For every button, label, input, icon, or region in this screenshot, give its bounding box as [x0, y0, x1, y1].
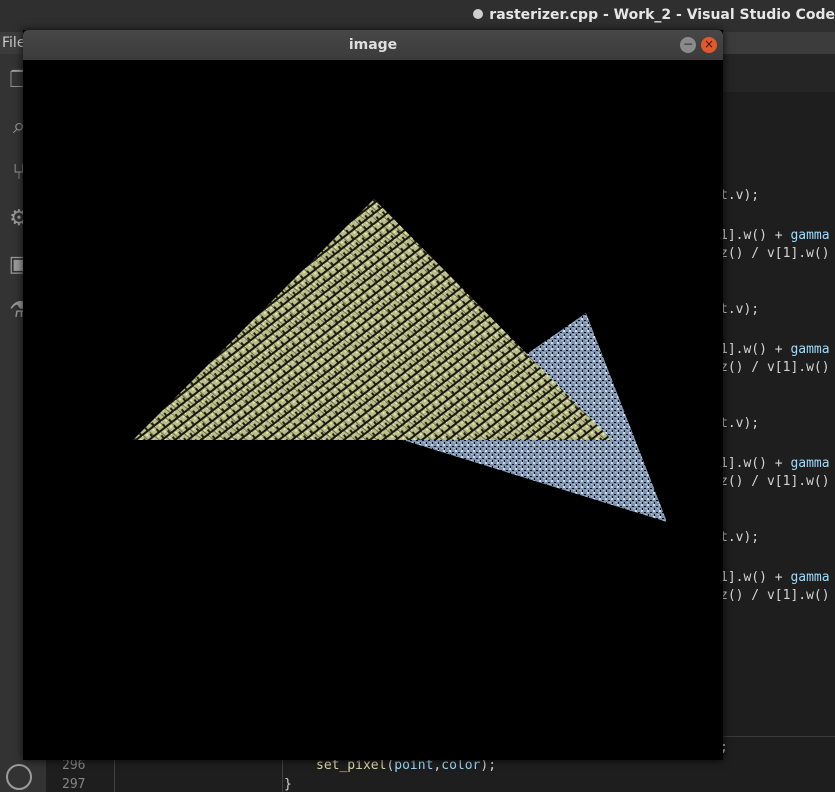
- image-window-titlebar[interactable]: image − ×: [23, 30, 723, 60]
- code-text: z() / v[1].w(): [720, 474, 830, 489]
- triangle-front: [133, 199, 612, 440]
- indent-guide: [114, 758, 115, 792]
- vscode-title-text: rasterizer.cpp - Work_2 - Visual Studio …: [489, 7, 835, 23]
- image-window: image − ×: [23, 30, 723, 760]
- code-text: t.v);: [720, 188, 760, 203]
- code-line-fragment: 1].w() + gamma: [720, 228, 830, 243]
- code-line-fragment: 1].w() + gamma: [720, 456, 830, 471]
- code-text: 1].w() +: [720, 228, 791, 243]
- menu-file[interactable]: File: [2, 35, 25, 51]
- indent-guide: [282, 758, 283, 792]
- code-line-fragment: t.v);: [720, 302, 759, 317]
- line-number-297: 297: [62, 777, 86, 792]
- argument-color: color: [441, 758, 481, 773]
- code-text: z() / v[1].w(): [720, 246, 830, 261]
- code-line-297: }: [284, 777, 292, 792]
- code-line-fragment: t.v);: [720, 530, 759, 545]
- vscode-window-title: rasterizer.cpp - Work_2 - Visual Studio …: [473, 7, 835, 23]
- code-identifier: gamma: [790, 228, 830, 243]
- code-text: t.v);: [720, 530, 760, 545]
- code-text: t.v);: [720, 302, 760, 317]
- code-line-fragment: z() / v[1].w(): [720, 588, 830, 603]
- code-identifier: gamma: [790, 456, 830, 471]
- code-text: 1].w() +: [720, 570, 791, 585]
- code-line-fragment: 1].w() + gamma: [720, 570, 830, 585]
- argument-point: point: [394, 758, 434, 773]
- code-line-fragment: z() / v[1].w(): [720, 360, 830, 375]
- vscode-titlebar: rasterizer.cpp - Work_2 - Visual Studio …: [0, 0, 835, 32]
- unsaved-dot-icon: [473, 9, 484, 19]
- code-line-fragment: 1].w() + gamma: [720, 342, 830, 357]
- editor-bottom-lines: 296 297 set_pixel(point,color); }: [46, 758, 835, 792]
- function-name: set_pixel: [316, 758, 387, 773]
- render-canvas: [23, 60, 723, 760]
- image-window-title: image: [348, 37, 398, 53]
- code-line-fragment: t.v);: [720, 188, 759, 203]
- code-identifier: gamma: [790, 570, 830, 585]
- code-text: 1].w() +: [720, 456, 791, 471]
- minimize-button[interactable]: −: [680, 37, 696, 53]
- code-text: z() / v[1].w(): [720, 360, 830, 375]
- code-line-296: set_pixel(point,color);: [316, 758, 497, 773]
- code-identifier: gamma: [790, 342, 830, 357]
- close-button[interactable]: ×: [701, 37, 717, 53]
- code-line-fragment: z() / v[1].w(): [720, 246, 830, 261]
- code-punctuation: );: [480, 758, 497, 773]
- code-text: t.v);: [720, 416, 760, 431]
- account-icon[interactable]: [6, 764, 32, 790]
- code-line-fragment: t.v);: [720, 416, 759, 431]
- code-text: z() / v[1].w(): [720, 588, 830, 603]
- code-line-fragment: z() / v[1].w(): [720, 474, 830, 489]
- code-text: 1].w() +: [720, 342, 791, 357]
- line-number-296: 296: [62, 758, 86, 773]
